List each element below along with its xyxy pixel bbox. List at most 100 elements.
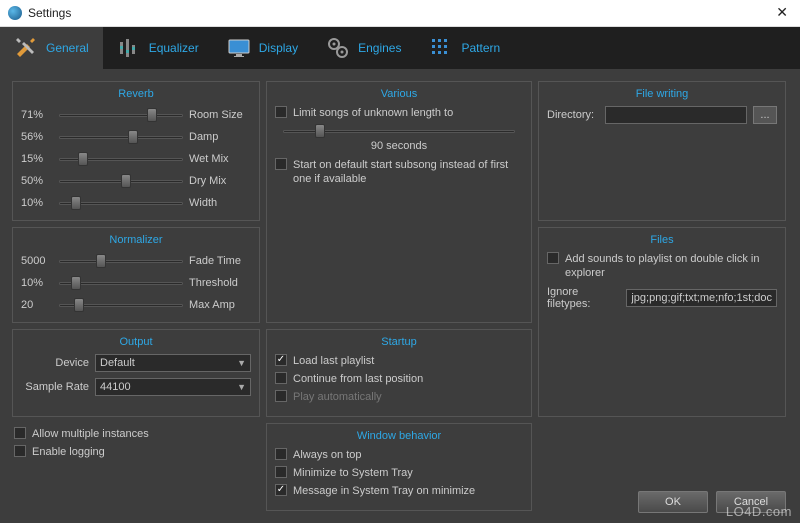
device-label: Device bbox=[21, 357, 89, 369]
slider-value: 50% bbox=[21, 175, 53, 187]
group-title: Output bbox=[21, 336, 251, 348]
group-files: Files Add sounds to playlist on double c… bbox=[538, 227, 786, 417]
checkbox-always-top[interactable] bbox=[275, 448, 287, 460]
equalizer-icon bbox=[117, 36, 141, 60]
checkbox-label: Start on default start subsong instead o… bbox=[293, 158, 523, 186]
device-select[interactable]: Default▼ bbox=[95, 354, 251, 372]
checkbox-label: Continue from last position bbox=[293, 372, 423, 386]
group-misc-checks: Allow multiple instances Enable logging bbox=[12, 423, 260, 511]
slider-width[interactable] bbox=[59, 196, 183, 210]
tab-label: Pattern bbox=[461, 41, 500, 55]
checkbox-allow-multi[interactable] bbox=[14, 427, 26, 439]
titlebar: Settings ✕ bbox=[0, 0, 800, 27]
chevron-down-icon: ▼ bbox=[237, 358, 246, 368]
browse-button[interactable]: ... bbox=[753, 106, 777, 124]
checkbox-start-default[interactable] bbox=[275, 158, 287, 170]
tab-general[interactable]: General bbox=[0, 27, 103, 69]
tab-equalizer[interactable]: Equalizer bbox=[103, 27, 213, 69]
tab-label: General bbox=[46, 41, 89, 55]
app-icon bbox=[8, 6, 22, 20]
slider-value: 20 bbox=[21, 299, 53, 311]
slider-dry-mix[interactable] bbox=[59, 174, 183, 188]
slider-label: Wet Mix bbox=[189, 153, 251, 165]
group-title: Various bbox=[275, 88, 523, 100]
slider-wet-mix[interactable] bbox=[59, 152, 183, 166]
slider-fade-time[interactable] bbox=[59, 254, 183, 268]
tab-engines[interactable]: Engines bbox=[312, 27, 415, 69]
group-startup: Startup Load last playlist Continue from… bbox=[266, 329, 532, 417]
content-area: Reverb 71% Room Size 56% Damp 15% Wet Mix 5… bbox=[0, 69, 800, 523]
tab-label: Engines bbox=[358, 41, 401, 55]
checkbox-label: Enable logging bbox=[32, 445, 105, 459]
checkbox-msg-tray[interactable] bbox=[275, 484, 287, 496]
limit-value-text: 90 seconds bbox=[275, 140, 523, 152]
group-title: Startup bbox=[275, 336, 523, 348]
gears-icon bbox=[326, 36, 350, 60]
checkbox-min-tray[interactable] bbox=[275, 466, 287, 478]
group-output: Output Device Default▼ Sample Rate 44100▼ bbox=[12, 329, 260, 417]
slider-label: Dry Mix bbox=[189, 175, 251, 187]
slider-value: 56% bbox=[21, 131, 53, 143]
group-title: Files bbox=[547, 234, 777, 246]
pattern-icon bbox=[429, 36, 453, 60]
checkbox-label: Play automatically bbox=[293, 390, 382, 404]
directory-input[interactable] bbox=[605, 106, 747, 124]
cancel-button[interactable]: Cancel bbox=[716, 491, 786, 513]
directory-label: Directory: bbox=[547, 109, 599, 121]
monitor-icon bbox=[227, 36, 251, 60]
checkbox-continue-pos[interactable] bbox=[275, 372, 287, 384]
window-title: Settings bbox=[28, 6, 772, 20]
slider-value: 10% bbox=[21, 277, 53, 289]
slider-value: 15% bbox=[21, 153, 53, 165]
slider-label: Max Amp bbox=[189, 299, 251, 311]
checkbox-label: Add sounds to playlist on double click i… bbox=[565, 252, 777, 280]
tab-strip: General Equalizer Display Engines Patter… bbox=[0, 27, 800, 69]
close-icon[interactable]: ✕ bbox=[772, 4, 792, 21]
tab-pattern[interactable]: Pattern bbox=[415, 27, 514, 69]
tab-label: Display bbox=[259, 41, 298, 55]
slider-threshold[interactable] bbox=[59, 276, 183, 290]
checkbox-add-sounds[interactable] bbox=[547, 252, 559, 264]
group-file-writing: File writing Directory: ... bbox=[538, 81, 786, 221]
checkbox-load-last[interactable] bbox=[275, 354, 287, 366]
ignore-filetypes-input[interactable]: jpg;png;gif;txt;me;nfo;1st;doc bbox=[626, 289, 777, 307]
tab-display[interactable]: Display bbox=[213, 27, 312, 69]
slider-damp[interactable] bbox=[59, 130, 183, 144]
slider-label: Room Size bbox=[189, 109, 251, 121]
slider-label: Fade Time bbox=[189, 255, 251, 267]
ok-button[interactable]: OK bbox=[638, 491, 708, 513]
slider-value: 10% bbox=[21, 197, 53, 209]
group-title: Normalizer bbox=[21, 234, 251, 246]
group-normalizer: Normalizer 5000 Fade Time 10% Threshold 20… bbox=[12, 227, 260, 323]
group-title: File writing bbox=[547, 88, 777, 100]
slider-max-amp[interactable] bbox=[59, 298, 183, 312]
checkbox-limit-songs[interactable] bbox=[275, 106, 287, 118]
group-reverb: Reverb 71% Room Size 56% Damp 15% Wet Mix 5… bbox=[12, 81, 260, 221]
checkbox-label: Allow multiple instances bbox=[32, 427, 149, 441]
checkbox-label: Always on top bbox=[293, 448, 361, 462]
samplerate-label: Sample Rate bbox=[21, 381, 89, 393]
checkbox-enable-logging[interactable] bbox=[14, 445, 26, 457]
checkbox-play-auto[interactable] bbox=[275, 390, 287, 402]
slider-label: Threshold bbox=[189, 277, 251, 289]
wrench-icon bbox=[14, 36, 38, 60]
slider-room-size[interactable] bbox=[59, 108, 183, 122]
group-title: Window behavior bbox=[275, 430, 523, 442]
slider-label: Damp bbox=[189, 131, 251, 143]
checkbox-label: Message in System Tray on minimize bbox=[293, 484, 475, 498]
group-window-behavior: Window behavior Always on top Minimize t… bbox=[266, 423, 532, 511]
checkbox-label: Minimize to System Tray bbox=[293, 466, 413, 480]
samplerate-select[interactable]: 44100▼ bbox=[95, 378, 251, 396]
slider-limit-seconds[interactable] bbox=[283, 124, 515, 138]
group-title: Reverb bbox=[21, 88, 251, 100]
group-various: Various Limit songs of unknown length to… bbox=[266, 81, 532, 323]
slider-value: 71% bbox=[21, 109, 53, 121]
ignore-label: Ignore filetypes: bbox=[547, 286, 620, 310]
chevron-down-icon: ▼ bbox=[237, 382, 246, 392]
tab-label: Equalizer bbox=[149, 41, 199, 55]
checkbox-label: Limit songs of unknown length to bbox=[293, 106, 453, 120]
slider-label: Width bbox=[189, 197, 251, 209]
slider-value: 5000 bbox=[21, 255, 53, 267]
checkbox-label: Load last playlist bbox=[293, 354, 374, 368]
dialog-buttons: OK Cancel bbox=[638, 491, 786, 513]
